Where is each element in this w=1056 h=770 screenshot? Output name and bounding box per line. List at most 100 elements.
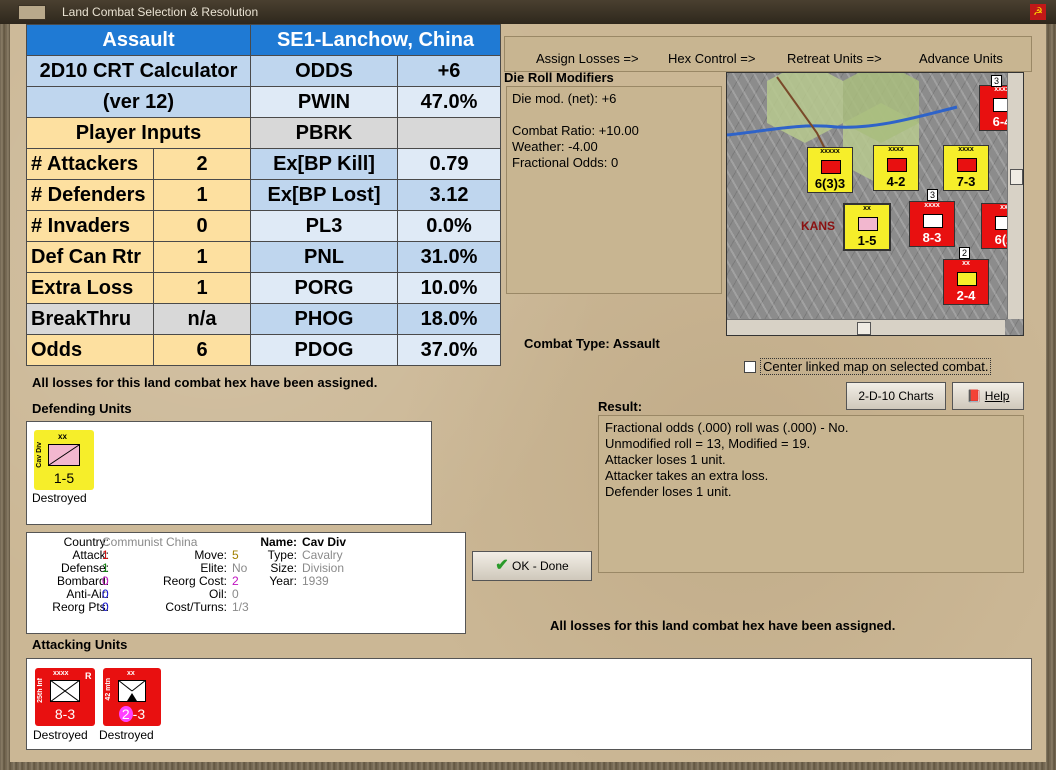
map-unit-selected[interactable]: xx 1-5 — [843, 203, 891, 251]
center-map-checkbox[interactable] — [744, 361, 756, 373]
map-hex-plains — [767, 73, 843, 143]
crt-out-value — [397, 117, 501, 149]
die-roll-line — [512, 107, 716, 123]
help-button[interactable]: 📕 Help — [952, 382, 1024, 410]
combat-type: Combat Type: Assault — [524, 336, 660, 351]
step-hex-control[interactable]: Hex Control => — [668, 51, 755, 66]
costturns-label: Cost/Turns: — [165, 600, 227, 614]
crt-in-value: 6 — [153, 334, 251, 366]
unit-name: 42 mtn — [105, 678, 112, 701]
result-line: Fractional odds (.000) roll was (.000) -… — [605, 420, 849, 435]
map-vscroll-thumb[interactable] — [1010, 169, 1023, 185]
all-losses-message: All losses for this land combat hex have… — [32, 375, 378, 390]
crt-out-value: 18.0% — [397, 303, 501, 335]
crt-in-label: # Attackers — [26, 148, 154, 180]
map-town-label: KANS — [801, 219, 836, 233]
unit-strength-attack: 2 — [118, 706, 133, 722]
map-unit-size: xx — [962, 260, 970, 267]
map-unit-size: xx — [863, 205, 871, 212]
charts-button[interactable]: 2-D-10 Charts — [846, 382, 946, 410]
map-unit-value: 6(3)3 — [814, 176, 846, 191]
crt-out-value: +6 — [397, 55, 501, 87]
unit-status: Destroyed — [99, 728, 154, 742]
map-unit-value: 8-3 — [922, 230, 942, 245]
map-unit[interactable]: xxxxx 6(3)3 — [807, 147, 853, 193]
map-horizontal-scrollbar[interactable] — [727, 319, 1005, 335]
center-map-label[interactable]: Center linked map on selected combat. — [760, 358, 992, 375]
die-roll-line: Combat Ratio: +10.00 — [512, 123, 639, 138]
crt-calc-version: (ver 12) — [26, 86, 251, 118]
map-unit-size: xxxxx — [820, 148, 840, 155]
unit-strength: 2 -3 — [103, 706, 161, 722]
map-unit-size: xxxx — [958, 146, 974, 153]
window-menu-icon[interactable] — [18, 5, 46, 20]
crt-in-label: Odds — [26, 334, 154, 366]
crt-calc-title: 2D10 CRT Calculator — [26, 55, 251, 87]
all-losses-message-2: All losses for this land combat hex have… — [550, 618, 896, 633]
crt-header-left: Assault — [26, 24, 251, 56]
ok-done-button[interactable]: ✔ OK - Done — [472, 551, 592, 581]
unit-symbol — [821, 160, 841, 174]
die-roll-line: Weather: -4.00 — [512, 139, 598, 154]
unit-name: 25th Inf — [37, 678, 44, 703]
crt-out-label: ODDS — [250, 55, 398, 87]
mountain-infantry-symbol-icon — [118, 680, 146, 702]
unit-size: xx — [58, 432, 67, 441]
die-roll-title: Die Roll Modifiers — [504, 70, 614, 85]
crt-in-value: n/a — [153, 303, 251, 335]
map-unit[interactable]: xxxx 8-3 — [909, 201, 955, 247]
crt-out-value: 0.0% — [397, 210, 501, 242]
costturns-value: 1/3 — [232, 600, 249, 614]
step-retreat-units[interactable]: Retreat Units => — [787, 51, 882, 66]
reorgpts-label: Reorg Pts: — [52, 600, 109, 614]
unit-symbol — [957, 158, 977, 172]
map-unit[interactable]: xxxx 7-3 — [943, 145, 989, 191]
crt-out-value: 0.79 — [397, 148, 501, 180]
defending-units-box: xx Cav Div 1-5 Destroyed — [26, 421, 432, 525]
map-stack-count: 3 — [991, 75, 1003, 87]
step-assign-losses[interactable]: Assign Losses => — [536, 51, 639, 66]
crt-out-label: PL3 — [250, 210, 398, 242]
crt-out-label: Ex[BP Kill] — [250, 148, 398, 180]
map-unit[interactable]: xxxx 4-2 — [873, 145, 919, 191]
combat-type-label: Combat Type: — [524, 336, 610, 351]
crt-out-value: 31.0% — [397, 241, 501, 273]
crt-out-label: PNL — [250, 241, 398, 273]
attacking-units-box: xxxx R 25th Inf 8-3 Destroyed xx 42 mtn … — [26, 658, 1032, 750]
crt-out-value: 3.12 — [397, 179, 501, 211]
attacking-unit-counter[interactable]: xxxx R 25th Inf 8-3 — [35, 668, 95, 726]
map-unit-value: 7-3 — [956, 174, 976, 189]
map-unit-value: 2-4 — [956, 288, 976, 303]
defending-unit-counter[interactable]: xx Cav Div 1-5 — [34, 430, 94, 490]
result-line: Defender loses 1 unit. — [605, 484, 732, 499]
defending-units-title: Defending Units — [32, 401, 132, 416]
map-unit-size: xxxx — [924, 202, 940, 209]
unit-strength: 8-3 — [54, 706, 76, 722]
infantry-symbol-icon — [50, 680, 80, 702]
unit-status: Destroyed — [32, 491, 87, 505]
unit-status: Destroyed — [33, 728, 88, 742]
crt-in-value: 1 — [153, 241, 251, 273]
unit-symbol — [887, 158, 907, 172]
step-advance-units[interactable]: Advance Units — [919, 51, 1003, 66]
crt-in-value: 2 — [153, 148, 251, 180]
crt-in-value: 0 — [153, 210, 251, 242]
die-roll-panel: Die mod. (net): +6 Combat Ratio: +10.00 … — [506, 86, 722, 294]
close-window-icon[interactable]: ☭ — [1030, 4, 1046, 20]
attacking-unit-counter[interactable]: xx 42 mtn 2 -3 — [103, 668, 161, 726]
ok-done-label: OK - Done — [512, 559, 569, 573]
map-vertical-scrollbar[interactable] — [1007, 73, 1023, 319]
info-labels-col2: Move: Elite: Reorg Cost: Oil: Cost/Turns… — [137, 549, 227, 614]
help-book-icon: 📕 — [966, 389, 982, 403]
unit-badge: R — [85, 671, 92, 681]
crt-header-right: SE1-Lanchow, China — [250, 24, 501, 56]
year-value: 1939 — [302, 574, 329, 588]
map-hscroll-thumb[interactable] — [857, 322, 871, 335]
map-unit[interactable]: xx 2-4 — [943, 259, 989, 305]
crt-out-value: 47.0% — [397, 86, 501, 118]
year-label: Year: — [269, 574, 297, 588]
checkmark-icon: ✔ — [495, 557, 509, 574]
info-labels-col1: Country: Attack: Defense: Bombard: Anti-… — [27, 536, 109, 614]
linked-map[interactable]: xxxxx 6(3)3 xxxx 4-2 xxxx 7-3 xx 1-5 xxx… — [726, 72, 1024, 336]
crt-out-value: 37.0% — [397, 334, 501, 366]
